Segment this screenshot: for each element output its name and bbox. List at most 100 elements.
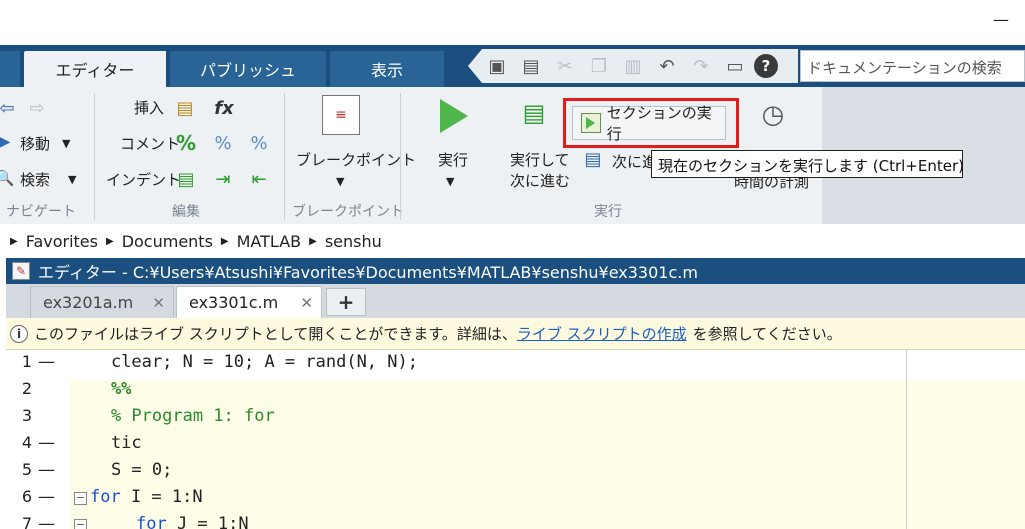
line-number: 5 — [21, 460, 32, 479]
breadcrumb-item[interactable]: Favorites — [26, 232, 98, 251]
copy-icon[interactable]: ❐ — [584, 51, 614, 81]
ribbon-divider — [284, 93, 285, 220]
code-line[interactable]: 5 — S = 0; — [6, 460, 1025, 487]
decrease-indent-icon[interactable]: ⇤ — [246, 166, 272, 192]
run-and-advance-label-1[interactable]: 実行して — [510, 149, 570, 170]
ribbon-divider — [400, 93, 401, 220]
paste-icon[interactable]: ▥ — [618, 51, 648, 81]
document-tab-label: ex3301c.m — [189, 293, 279, 312]
code-text-rest: I = 1:N — [120, 487, 203, 507]
comment-icon[interactable]: % — [174, 130, 198, 156]
minimize-button[interactable]: — — [993, 10, 1009, 29]
tab-publish[interactable]: パブリッシュ — [170, 51, 326, 87]
code-line[interactable]: 2 %% — [6, 379, 1025, 406]
run-and-advance-icon[interactable]: ▤ — [516, 93, 552, 133]
goto-button-label[interactable]: 移動 — [20, 133, 50, 154]
tab-view[interactable]: 表示 — [330, 51, 444, 87]
fold-minus-icon[interactable]: − — [74, 519, 87, 529]
find-dropdown-icon[interactable]: ▼ — [68, 173, 76, 186]
breadcrumb: ▶ Favorites ▶ Documents ▶ MATLAB ▶ sensh… — [0, 224, 1025, 258]
wrap-comment-icon[interactable]: % — [246, 130, 272, 156]
live-script-link[interactable]: ライブ スクリプトの作成 — [517, 323, 687, 344]
breadcrumb-arrow-icon[interactable]: ▶ — [221, 236, 229, 247]
breakpoint-marker[interactable]: — — [38, 433, 55, 453]
line-number: 3 — [21, 406, 32, 425]
advance-icon[interactable]: ▤ — [582, 147, 604, 171]
goto-dropdown-icon[interactable]: ▼ — [62, 137, 70, 150]
tab-editor[interactable]: エディター — [24, 51, 166, 87]
switch-window-icon[interactable]: ▭ — [720, 51, 750, 81]
code-line[interactable]: 3 % Program 1: for — [6, 406, 1025, 433]
insert-label[interactable]: 挿入 — [134, 97, 164, 118]
breakpoint-marker[interactable]: — — [38, 514, 55, 529]
code-editor[interactable]: 1 — clear; N = 10; A = rand(N, N); 2 %% … — [6, 350, 1025, 529]
code-line[interactable]: 4 — tic — [6, 433, 1025, 460]
document-tab[interactable]: ex3201a.m ✕ — [30, 286, 174, 318]
line-number: 6 — [21, 487, 32, 506]
documentation-search-input[interactable]: ドキュメンテーションの検索 — [800, 50, 1025, 82]
fold-minus-icon[interactable]: − — [74, 492, 87, 505]
breakpoint-dropdown-icon[interactable]: ▼ — [336, 175, 344, 188]
code-text: S = 0; — [70, 460, 173, 480]
close-icon[interactable]: ✕ — [300, 294, 313, 312]
toolstrip-tabs: エディター パブリッシュ 表示 ▣ ▤ ✂ ❐ ▥ ↶ ↷ ▭ ? ドキュメンテ… — [0, 45, 1025, 87]
editor-title: エディター - C:¥Users¥Atsushi¥Favorites¥Docum… — [38, 263, 698, 282]
breadcrumb-arrow-icon[interactable]: ▶ — [309, 236, 317, 247]
breakpoint-marker[interactable]: — — [38, 352, 55, 372]
editor-titlebar: ✎ エディター - C:¥Users¥Atsushi¥Favorites¥Doc… — [6, 258, 1025, 284]
info-text-before: このファイルはライブ スクリプトとして開くことができます。詳細は、 — [34, 325, 517, 343]
document-tabs: ex3201a.m ✕ ex3301c.m ✕ + — [6, 284, 1025, 318]
run-icon[interactable] — [440, 99, 468, 133]
breadcrumb-arrow-icon[interactable]: ▶ — [10, 236, 18, 247]
line-number: 1 — [21, 352, 32, 371]
code-line[interactable]: 7 — − for J = 1:N — [6, 514, 1025, 529]
section-title-breakpoint: ブレークポイント — [292, 204, 404, 220]
breadcrumb-item[interactable]: MATLAB — [237, 232, 301, 251]
line-number: 4 — [21, 433, 32, 452]
live-script-infobar: i このファイルはライブ スクリプトとして開くことができます。詳細は、 ライブ … — [6, 318, 1025, 350]
run-button-label[interactable]: 実行 — [438, 149, 468, 170]
code-line[interactable]: 6 — − for I = 1:N — [6, 487, 1025, 514]
function-icon[interactable]: fx — [210, 95, 238, 121]
window-titlebar: — — [0, 0, 1025, 45]
undo-icon[interactable]: ↶ — [652, 51, 682, 81]
uncomment-icon[interactable]: % — [210, 130, 236, 156]
smart-indent-icon[interactable]: ▤ — [174, 166, 198, 192]
indent-label[interactable]: インデント — [106, 169, 181, 190]
forward-arrow-icon[interactable]: ⇨ — [26, 97, 48, 119]
help-icon[interactable]: ? — [754, 54, 778, 78]
document-tab-active[interactable]: ex3301c.m ✕ — [176, 286, 322, 318]
breadcrumb-item[interactable]: senshu — [325, 232, 382, 251]
run-dropdown-icon[interactable]: ▼ — [446, 175, 454, 188]
section-title-run: 実行 — [594, 204, 622, 220]
find-icon: 🔍 — [0, 169, 15, 187]
increase-indent-icon[interactable]: ⇥ — [210, 166, 236, 192]
line-number: 2 — [21, 379, 32, 398]
code-text: tic — [70, 433, 142, 453]
breakpoint-icon[interactable]: ≡ — [322, 95, 360, 135]
run-and-time-icon[interactable]: ◷ — [756, 95, 790, 135]
run-and-advance-label-2[interactable]: 次に進む — [510, 170, 570, 191]
back-arrow-icon[interactable]: ⇦ — [0, 97, 18, 119]
code-line[interactable]: 1 — clear; N = 10; A = rand(N, N); — [6, 352, 1025, 379]
insert-icon[interactable]: ▤ — [172, 95, 198, 121]
code-text: clear; N = 10; A = rand(N, N); — [70, 352, 418, 372]
breakpoint-marker[interactable]: — — [38, 460, 55, 480]
quick-access-toolbar: ▣ ▤ ✂ ❐ ▥ ↶ ↷ ▭ ? — [468, 49, 798, 83]
new-icon[interactable]: ▣ — [482, 51, 512, 81]
redo-icon[interactable]: ↷ — [686, 51, 716, 81]
add-tab-button[interactable]: + — [326, 288, 366, 316]
breadcrumb-item[interactable]: Documents — [122, 232, 213, 251]
keyword-for: for — [90, 487, 121, 507]
close-icon[interactable]: ✕ — [152, 294, 165, 312]
comment-label[interactable]: コメント — [120, 133, 180, 154]
tabstrip-left-stub — [0, 51, 20, 87]
info-icon: i — [10, 324, 28, 343]
save-icon[interactable]: ▤ — [516, 51, 546, 81]
breakpoint-button-label[interactable]: ブレークポイント — [296, 149, 416, 170]
breadcrumb-arrow-icon[interactable]: ▶ — [106, 236, 114, 247]
cut-icon[interactable]: ✂ — [550, 51, 580, 81]
find-button-label[interactable]: 検索 — [20, 169, 50, 190]
breakpoint-marker[interactable]: — — [38, 487, 55, 507]
section-title-edit: 編集 — [172, 204, 200, 220]
